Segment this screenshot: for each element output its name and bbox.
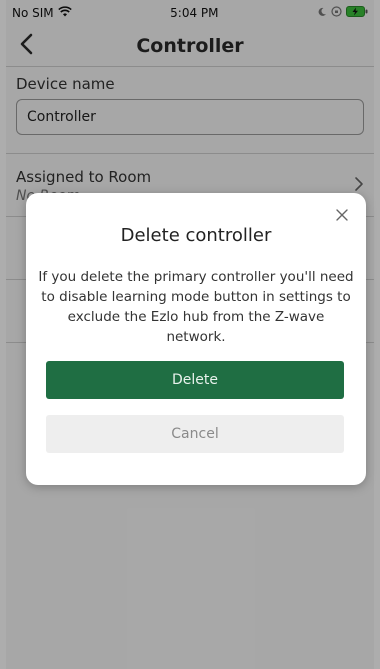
delete-dialog: Delete controller If you delete the prim… <box>26 193 366 485</box>
close-icon <box>336 206 348 225</box>
dialog-title: Delete controller <box>120 225 272 246</box>
close-button[interactable] <box>332 205 352 225</box>
cancel-button[interactable]: Cancel <box>46 415 344 453</box>
dialog-message: If you delete the primary controller you… <box>38 269 354 345</box>
delete-button[interactable]: Delete <box>46 361 344 399</box>
